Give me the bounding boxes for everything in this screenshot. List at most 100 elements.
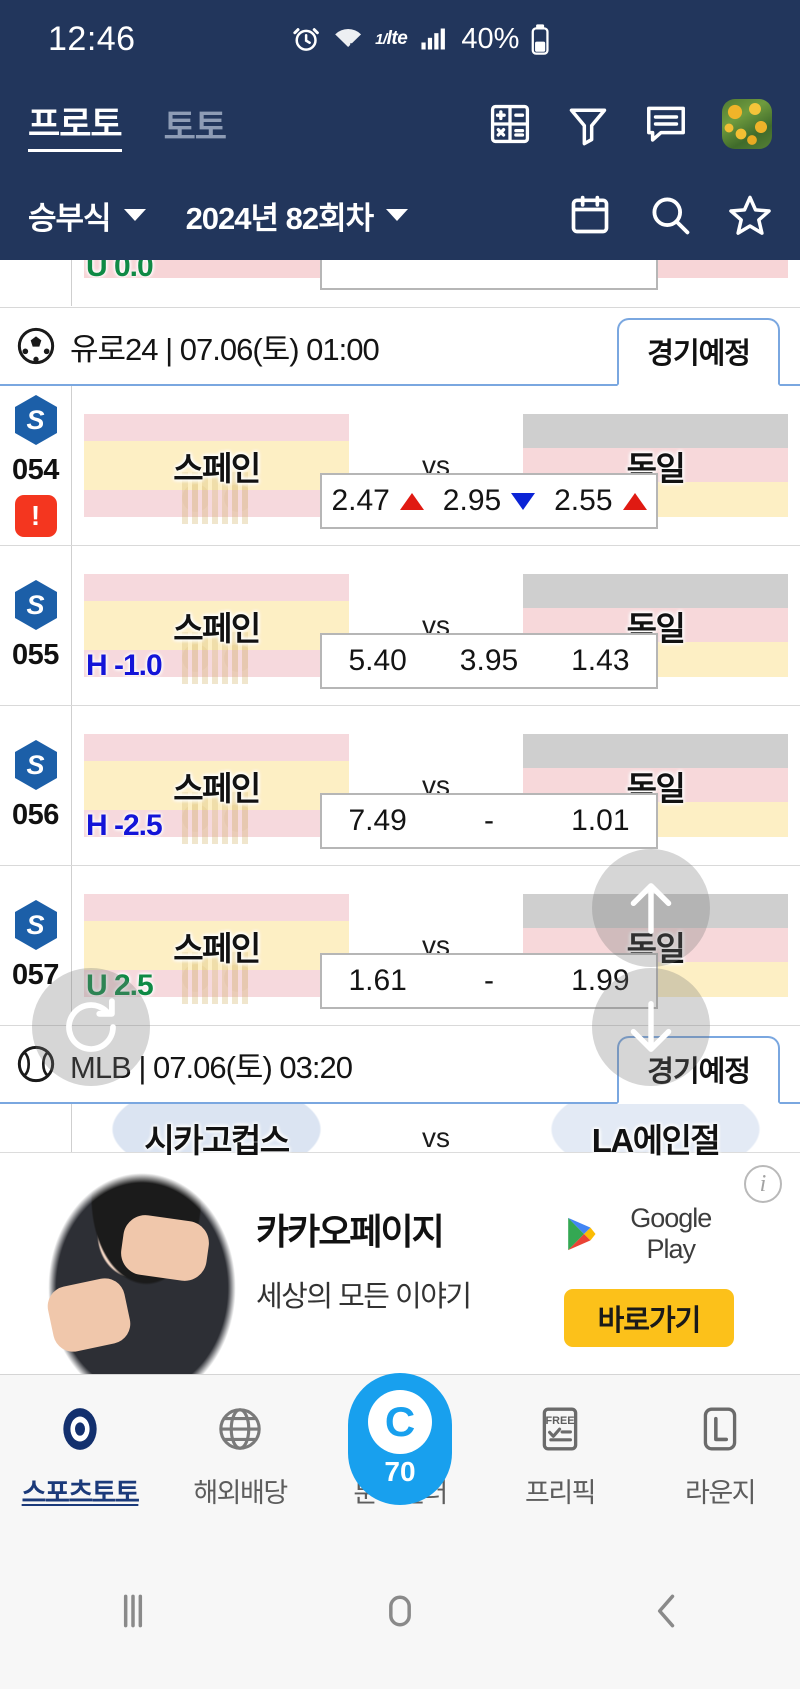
odd-cell-draw[interactable]: 3.95 bbox=[433, 644, 544, 678]
ad-banner[interactable]: i 카카오페이지 세상의 모든 이야기 Google Play 바로가기 bbox=[0, 1152, 800, 1374]
trend-up-icon bbox=[622, 492, 647, 510]
odd-value: 1.61 bbox=[348, 964, 407, 997]
header-actions bbox=[488, 99, 772, 149]
tab-toto[interactable]: 토토 bbox=[164, 99, 227, 152]
odds-box[interactable]: 2.47 2.95 2.55 bbox=[320, 473, 658, 529]
sports-badge-letter: S bbox=[26, 909, 45, 940]
match-row[interactable]: S 054 ! 스페인 vs 독일 2.47 2.95 2.55 bbox=[0, 386, 800, 546]
tab-proto[interactable]: 프로토 bbox=[28, 96, 123, 152]
android-home-button[interactable] bbox=[267, 1589, 534, 1633]
google-play-label: Google Play bbox=[630, 1203, 712, 1264]
status-indicators: 1/lte 40% bbox=[291, 23, 550, 56]
partial-odds-box[interactable] bbox=[320, 260, 658, 290]
nav-label: 스포츠토토 bbox=[21, 1478, 140, 1508]
match-row[interactable]: S 055 스페인 vs 독일 H -1.0 5.40 3.95 1.43 bbox=[0, 546, 800, 706]
chat-counter-bubble[interactable]: C 70 bbox=[348, 1373, 452, 1505]
odd-value: 5.40 bbox=[348, 644, 407, 677]
nav-label: 프리픽 bbox=[524, 1478, 597, 1508]
sports-badge-letter: S bbox=[26, 749, 45, 780]
odd-cell-home[interactable]: 2.47 bbox=[322, 484, 433, 518]
alarm-icon bbox=[293, 28, 319, 51]
home-team-name: 시카고컵스 bbox=[144, 1121, 290, 1159]
back-icon bbox=[657, 1594, 674, 1628]
arrow-down-icon bbox=[630, 1001, 672, 1052]
partial-handicap-label: U 0.0 bbox=[86, 260, 154, 283]
nav-item-sportstoto[interactable]: 스포츠토토 bbox=[0, 1401, 160, 1510]
home-team-name: 스페인 bbox=[173, 769, 261, 807]
battery-percent: 40% bbox=[461, 22, 520, 55]
scroll-top-fab[interactable] bbox=[592, 849, 710, 967]
android-nav-bar bbox=[0, 1567, 800, 1689]
chevron-down-icon bbox=[386, 209, 409, 221]
free-pick-icon: FREE bbox=[535, 1401, 585, 1457]
ad-title: 카카오페이지 bbox=[256, 1211, 445, 1252]
league-status-tab[interactable]: 경기예정 bbox=[617, 318, 780, 386]
battery-icon bbox=[531, 24, 549, 55]
odd-cell-away[interactable]: 1.43 bbox=[545, 644, 656, 678]
odd-value: 2.55 bbox=[554, 484, 613, 517]
round-select[interactable]: 2024년 82회차 bbox=[186, 193, 409, 238]
odds-box[interactable]: 7.49 - 1.01 bbox=[320, 793, 658, 849]
refresh-fab[interactable] bbox=[32, 968, 150, 1086]
home-team[interactable]: 스페인 bbox=[72, 386, 361, 545]
sports-badge-icon: S bbox=[13, 739, 59, 791]
ad-subtitle: 세상의 모든 이야기 bbox=[256, 1281, 472, 1313]
lounge-icon bbox=[695, 1401, 745, 1457]
ad-text: 카카오페이지 세상의 모든 이야기 bbox=[256, 1203, 472, 1315]
match-number: 056 bbox=[12, 799, 59, 831]
arrow-up-icon bbox=[630, 883, 672, 934]
odd-value: - bbox=[483, 964, 494, 997]
game-type-select[interactable]: 승부식 bbox=[28, 193, 146, 238]
odd-cell-home[interactable]: 7.49 bbox=[322, 804, 433, 838]
calculator-icon[interactable] bbox=[488, 102, 532, 146]
chat-icon[interactable] bbox=[644, 102, 688, 146]
league-header-euro24[interactable]: 유로24 | 07.06(토) 01:00 경기예정 bbox=[0, 308, 800, 386]
match-list[interactable]: U 0.0 유로24 | 07.06(토) 01:00 경기예정 S 054 !… bbox=[0, 260, 800, 1166]
globe-icon bbox=[215, 1401, 265, 1457]
profile-avatar[interactable] bbox=[722, 99, 772, 149]
match-meta: S 054 ! bbox=[0, 386, 72, 545]
android-recents-button[interactable] bbox=[0, 1589, 267, 1633]
odd-cell-away[interactable]: 2.55 bbox=[545, 484, 656, 518]
odd-cell-home[interactable]: 5.40 bbox=[322, 644, 433, 678]
nav-item-lounge[interactable]: 라운지 bbox=[640, 1401, 800, 1510]
odd-cell-away[interactable]: 1.01 bbox=[545, 804, 656, 838]
trend-down-icon bbox=[511, 492, 536, 510]
odd-cell-home[interactable]: 1.61 bbox=[322, 964, 433, 998]
nav-label: 해외배당 bbox=[193, 1478, 288, 1508]
sports-badge-icon: S bbox=[13, 579, 59, 631]
match-number: 055 bbox=[12, 639, 59, 671]
star-icon[interactable] bbox=[728, 193, 772, 237]
nav-item-overseas-odds[interactable]: 해외배당 bbox=[160, 1401, 320, 1510]
alert-badge[interactable]: ! bbox=[14, 495, 57, 537]
nav-label: 라운지 bbox=[684, 1478, 757, 1508]
toto-target-icon bbox=[55, 1401, 105, 1457]
filter-icon[interactable] bbox=[566, 102, 610, 146]
home-team-name: 스페인 bbox=[173, 449, 261, 487]
google-play-icon bbox=[568, 1217, 596, 1251]
odd-value: 2.47 bbox=[331, 484, 390, 517]
odd-cell-draw[interactable]: 2.95 bbox=[433, 484, 544, 518]
calendar-icon[interactable] bbox=[568, 193, 612, 237]
scroll-bottom-fab[interactable] bbox=[592, 968, 710, 1086]
home-team-name: 스페인 bbox=[173, 929, 261, 967]
android-back-button[interactable] bbox=[533, 1589, 800, 1633]
status-time: 12:46 bbox=[48, 19, 136, 58]
ad-info-icon[interactable]: i bbox=[744, 1165, 782, 1203]
ad-cta-button[interactable]: 바로가기 bbox=[564, 1289, 734, 1347]
nav-item-analysis-center[interactable]: 분석센터 C 70 bbox=[320, 1373, 480, 1510]
partial-match-row-top[interactable]: U 0.0 bbox=[0, 260, 800, 308]
search-icon[interactable] bbox=[648, 193, 692, 237]
chevron-down-icon bbox=[123, 209, 146, 221]
odd-cell-draw: - bbox=[433, 804, 544, 838]
main-tabs: 프로토 토토 bbox=[28, 96, 227, 152]
round-label: 2024년 82회차 bbox=[185, 200, 375, 236]
match-row[interactable]: S 056 스페인 vs 독일 H -2.5 7.49 - 1.01 bbox=[0, 706, 800, 866]
game-type-label: 승부식 bbox=[28, 200, 112, 236]
odds-box[interactable]: 5.40 3.95 1.43 bbox=[320, 633, 658, 689]
odd-value: 3.95 bbox=[459, 644, 519, 677]
nav-item-freepick[interactable]: FREE 프리픽 bbox=[480, 1401, 640, 1510]
wifi-icon bbox=[335, 29, 362, 52]
sports-badge-letter: S bbox=[26, 589, 45, 620]
google-play-badge: Google Play bbox=[564, 1203, 734, 1265]
